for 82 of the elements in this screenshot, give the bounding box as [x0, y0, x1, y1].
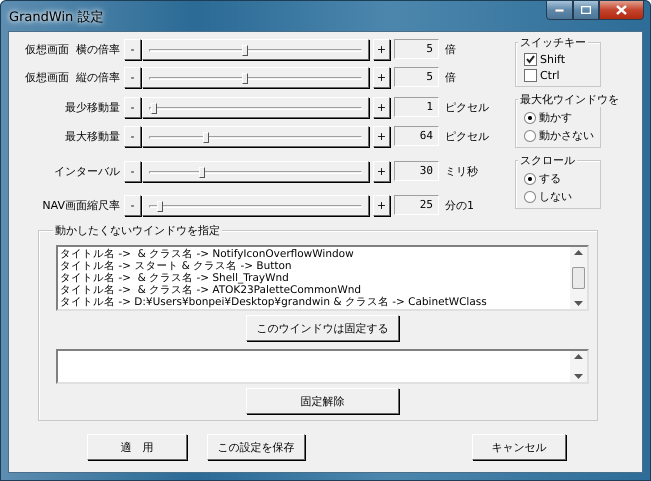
list-item[interactable]: タイトル名 -> & クラス名 -> NotifyIconOverflowWindow	[60, 248, 568, 260]
scroll-up-icon[interactable]	[574, 354, 583, 359]
option-label: Shift	[540, 53, 566, 66]
slider[interactable]	[142, 66, 369, 88]
unit-label: 分の1	[445, 198, 474, 212]
slider-label: NAV画面縮尺率	[41, 198, 121, 212]
slider[interactable]	[142, 160, 369, 182]
list-item[interactable]: タイトル名 -> & クラス名 -> ATOK23PaletteCommonWnd	[60, 284, 568, 296]
slider-label: 最少移動量	[64, 100, 121, 114]
unfix-button[interactable]: 固定解除	[246, 388, 399, 414]
minimize-button[interactable]	[546, 1, 573, 20]
close-button[interactable]	[599, 1, 644, 20]
decrease-button[interactable]: -	[124, 194, 141, 216]
group-title: 最大化ウインドウを	[518, 92, 621, 107]
increase-button[interactable]: +	[373, 38, 390, 60]
decrease-button[interactable]: -	[124, 66, 141, 88]
option-label: Ctrl	[540, 69, 560, 82]
radio-button[interactable]	[524, 130, 536, 142]
option-label: 動かさない	[539, 128, 594, 143]
window-list[interactable]	[56, 245, 589, 311]
scrollbar[interactable]	[570, 247, 587, 309]
dialog-button[interactable]: 適 用	[87, 434, 187, 460]
value-field[interactable]: 1	[394, 97, 439, 117]
slider-label: 仮想画面 横の倍率	[24, 42, 121, 56]
unit-label: 倍	[445, 70, 456, 84]
slider-thumb[interactable]	[242, 44, 248, 56]
increase-button[interactable]: +	[373, 194, 390, 216]
value-field[interactable]: 5	[394, 39, 439, 59]
slider[interactable]	[142, 38, 369, 60]
slider-label: 最大移動量	[64, 128, 121, 144]
decrease-button[interactable]: -	[124, 126, 141, 146]
decrease-button[interactable]: -	[124, 160, 141, 182]
slider-label: インターバル	[53, 164, 121, 178]
list-item[interactable]: タイトル名 -> & クラス名 -> Shell_TrayWnd	[60, 272, 568, 284]
value-field[interactable]: 25	[394, 195, 439, 215]
option-label: する	[539, 171, 561, 186]
slider[interactable]	[142, 126, 369, 146]
maximize-button[interactable]	[573, 1, 599, 20]
group-title: 動かしたくないウインドウを指定	[53, 223, 222, 238]
group-title: スクロール	[518, 153, 577, 168]
close-icon	[616, 5, 627, 15]
unit-label: 倍	[445, 42, 456, 56]
value-field[interactable]: 64	[394, 126, 439, 146]
window-title: GrandWin 設定	[9, 9, 104, 26]
slider-thumb[interactable]	[242, 72, 248, 84]
list-item[interactable]: タイトル名 -> D:¥Users¥bonpei¥Desktop¥grandwin & クラス名 -> CabinetWClass	[60, 296, 568, 308]
slider-thumb[interactable]	[198, 166, 205, 178]
value-field[interactable]: 5	[394, 67, 439, 87]
scroll-down-icon[interactable]	[574, 301, 583, 306]
maximize-icon	[581, 6, 591, 14]
slider[interactable]	[142, 194, 369, 216]
slider[interactable]	[142, 96, 369, 118]
dialog-button[interactable]: この設定を保存	[207, 434, 305, 460]
increase-button[interactable]: +	[373, 96, 390, 118]
minimize-icon	[555, 8, 564, 12]
increase-button[interactable]: +	[373, 66, 390, 88]
radio-button[interactable]	[524, 190, 536, 202]
checkbox[interactable]	[524, 69, 537, 82]
radio-button[interactable]	[524, 112, 536, 124]
unit-label: ピクセル	[445, 128, 489, 144]
scroll-down-icon[interactable]	[574, 374, 583, 379]
option-label: 動かす	[539, 110, 572, 125]
slider-thumb[interactable]	[202, 132, 209, 142]
radio-button[interactable]	[524, 172, 536, 184]
option-label: しない	[539, 189, 572, 204]
unit-label: ピクセル	[445, 100, 489, 114]
dialog-button[interactable]: キャンセル	[472, 434, 566, 460]
slider-thumb[interactable]	[151, 102, 158, 114]
increase-button[interactable]: +	[373, 160, 390, 182]
slider-label: 仮想画面 縦の倍率	[24, 70, 121, 84]
unit-label: ミリ秒	[445, 164, 478, 178]
increase-button[interactable]: +	[373, 126, 390, 146]
text-area[interactable]	[56, 349, 589, 384]
list-item[interactable]: タイトル名 -> スタート & クラス名 -> Button	[60, 260, 568, 272]
checkbox[interactable]	[524, 53, 537, 66]
slider-thumb[interactable]	[157, 200, 164, 212]
decrease-button[interactable]: -	[124, 38, 141, 60]
scroll-up-icon[interactable]	[574, 250, 583, 255]
group-title: スイッチキー	[518, 35, 588, 50]
fix-window-button[interactable]: このウインドウは固定する	[246, 315, 399, 341]
decrease-button[interactable]: -	[124, 96, 141, 118]
value-field[interactable]: 30	[394, 161, 439, 181]
